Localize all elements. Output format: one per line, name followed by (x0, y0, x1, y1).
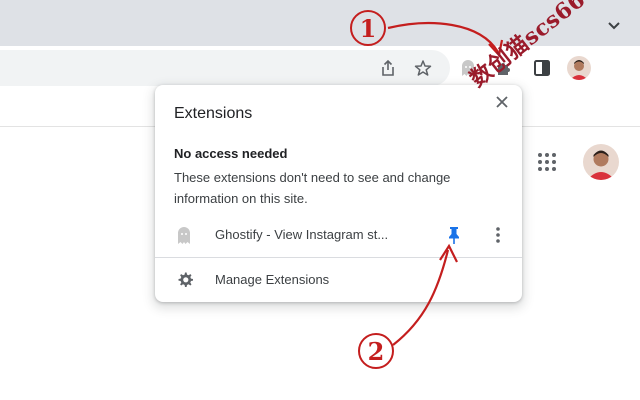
section-description: These extensions don't need to see and c… (174, 170, 451, 206)
side-panel-icon[interactable] (530, 56, 554, 80)
extension-row-ghostify[interactable]: Ghostify - View Instagram st... (155, 220, 522, 250)
gear-icon (176, 271, 194, 289)
share-icon[interactable] (376, 56, 400, 80)
profile-avatar[interactable] (567, 56, 591, 80)
more-vert-icon[interactable] (491, 225, 505, 245)
manage-extensions-label: Manage Extensions (215, 272, 330, 287)
section-heading: No access needed (174, 146, 288, 161)
close-icon[interactable] (493, 93, 511, 111)
popup-title: Extensions (174, 105, 253, 122)
tab-search-chevron-down-icon[interactable] (604, 16, 624, 36)
account-avatar[interactable] (583, 144, 619, 180)
annotation-number-1: 1 (350, 10, 386, 46)
apps-grid-icon[interactable] (537, 152, 557, 172)
extension-name: Ghostify - View Instagram st... (215, 227, 389, 242)
bookmark-star-icon[interactable] (411, 56, 435, 80)
pin-icon[interactable] (444, 225, 464, 245)
annotation-number-2: 2 (358, 333, 394, 369)
popup-divider (155, 257, 522, 258)
manage-extensions-button[interactable]: Manage Extensions (155, 265, 522, 295)
extensions-popup: Extensions No access needed These extens… (155, 85, 522, 302)
ghost-icon (176, 225, 192, 245)
